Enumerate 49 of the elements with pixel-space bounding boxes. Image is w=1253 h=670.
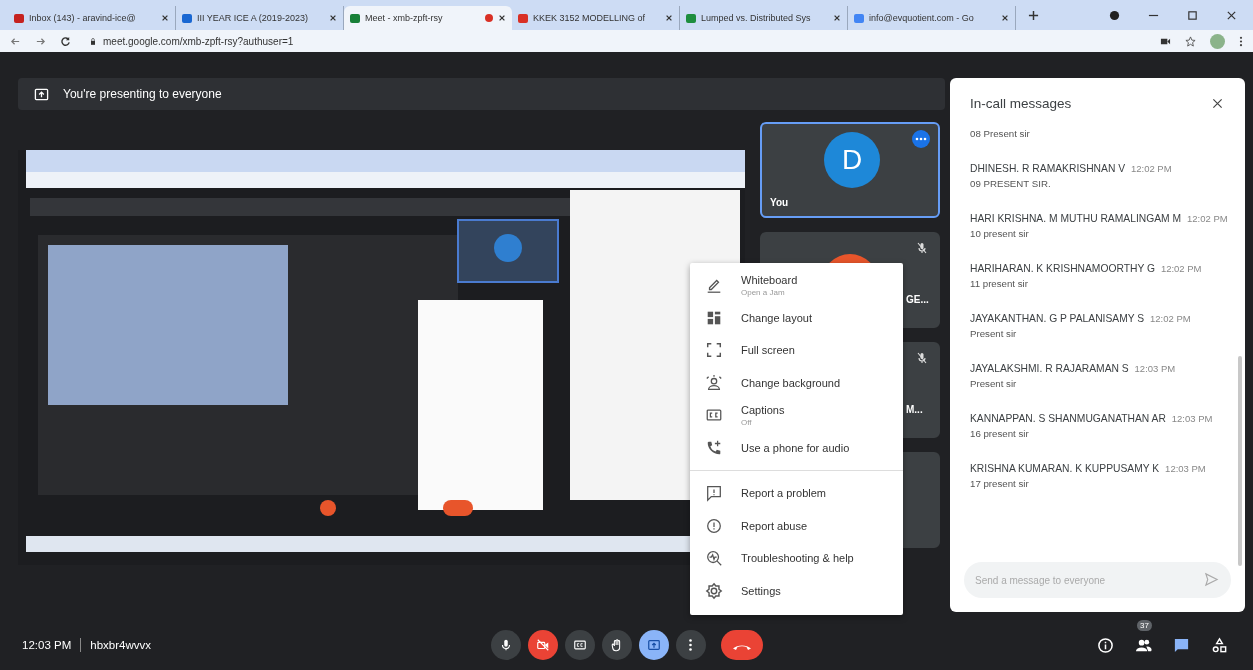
participant-name: GE... xyxy=(906,294,929,305)
sender-name: HARI KRISHNA. M MUTHU RAMALINGAM M xyxy=(970,213,1182,224)
participant-name: M... xyxy=(906,404,923,415)
menu-label: Change background xyxy=(741,376,841,389)
meeting-time: 12:03 PM xyxy=(22,639,72,651)
menu-label: Change layout xyxy=(741,311,812,324)
menu-sublabel: Off xyxy=(741,417,753,427)
message-time: 12:03 PM xyxy=(1165,463,1206,474)
message-time: 12:02 PM xyxy=(1187,213,1228,224)
sender-name: KANNAPPAN. S SHANMUGANATHAN AR xyxy=(970,413,1166,424)
tab-title: info@evquotient.com - Go xyxy=(869,13,975,23)
meeting-code: hbxbr4wvvx xyxy=(90,639,151,651)
menu-label: Report abuse xyxy=(741,519,808,532)
tab-title: Meet - xmb-zpft-rsy xyxy=(365,13,444,23)
menu-label: Full screen xyxy=(741,344,795,357)
menu-label: Use a phone for audio xyxy=(741,441,850,454)
sender-name: HARIHARAN. K KRISHNAMOORTHY G xyxy=(970,263,1155,274)
message-time: 12:02 PM xyxy=(1150,313,1191,324)
message-text: 08 Present sir xyxy=(970,127,1031,141)
tab-title: Lumped vs. Distributed Sys xyxy=(701,13,812,23)
tab-title: Inbox (143) - aravind-ice@ xyxy=(29,13,137,23)
participant-count-badge: 37 xyxy=(1137,620,1152,631)
participant-name: You xyxy=(770,197,789,208)
message-text: Present sir xyxy=(970,377,1018,391)
message-text: 16 present sir xyxy=(970,427,1030,441)
menu-label: Whiteboard xyxy=(741,273,798,286)
message-text: 09 PRESENT SIR. xyxy=(970,177,1052,191)
sender-name: DHINESH. R RAMAKRISHNAN V xyxy=(970,163,1126,174)
banner-text: You're presenting to everyone xyxy=(63,87,222,101)
panel-title: In-call messages xyxy=(970,95,1072,111)
message-time: 12:02 PM xyxy=(1160,263,1202,274)
message-time: 12:02 PM xyxy=(1130,163,1172,174)
message-text: 17 present sir xyxy=(970,477,1030,491)
sender-name: KRISHNA KUMARAN. K KUPPUSAMY K xyxy=(970,463,1160,474)
menu-label: Captions xyxy=(741,403,785,416)
menu-sublabel: Open a Jam xyxy=(741,287,786,297)
avatar-icon: D xyxy=(824,132,880,188)
sender-name: JAYALAKSHMI. R RAJARAMAN S xyxy=(970,363,1129,374)
message-text: Present sir xyxy=(970,327,1018,341)
message-time: 12:03 PM xyxy=(1134,363,1176,374)
message-text: 11 present sir xyxy=(970,277,1029,291)
menu-label: Report a problem xyxy=(741,487,826,500)
menu-label: Settings xyxy=(741,584,781,597)
tab-title: III YEAR ICE A (2019-2023) xyxy=(197,13,309,23)
message-time: 12:03 PM xyxy=(1171,413,1213,424)
sender-name: JAYAKANTHAN. G P PALANISAMY S xyxy=(970,313,1145,324)
menu-label: Troubleshooting & help xyxy=(741,552,854,565)
message-text: 10 present sir xyxy=(970,227,1030,241)
tab-title: KKEK 3152 MODELLING of xyxy=(533,13,647,23)
